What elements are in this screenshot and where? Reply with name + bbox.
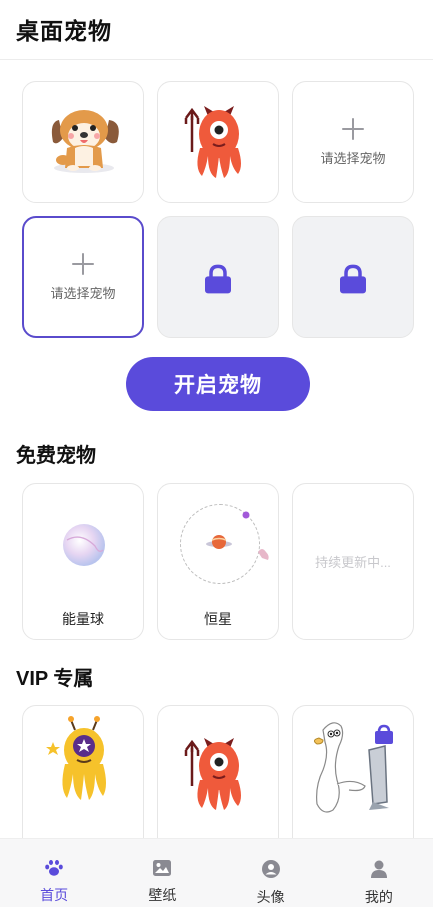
plus-icon xyxy=(72,252,94,275)
select-pet-label: 请选择宠物 xyxy=(50,285,116,301)
tab-label: 头像 xyxy=(256,889,285,905)
vip-pet-goose[interactable] xyxy=(292,705,414,855)
vip-pet-devil[interactable] xyxy=(157,705,279,855)
tab-label: 我的 xyxy=(364,889,393,905)
vip-pet-alien[interactable] xyxy=(22,705,144,855)
avatar-face-icon xyxy=(261,860,280,878)
pet-slot-locked-1[interactable] xyxy=(157,216,279,338)
devil-octopus-pet-image xyxy=(184,738,241,810)
start-pet-button[interactable]: 开启宠物 xyxy=(126,357,310,411)
free-pet-label: 恒星 xyxy=(204,611,232,627)
tab-label: 壁纸 xyxy=(148,887,177,903)
lock-icon xyxy=(340,264,366,294)
plus-icon xyxy=(342,117,364,140)
image-icon xyxy=(153,860,172,876)
pet-slot-dog[interactable] xyxy=(22,81,144,203)
free-pets-title: 免费宠物 xyxy=(16,445,96,467)
lock-icon xyxy=(375,731,393,744)
pet-slot-empty-1[interactable]: 请选择宠物 xyxy=(292,81,414,203)
select-pet-label: 请选择宠物 xyxy=(320,150,386,166)
tab-label: 首页 xyxy=(40,887,69,903)
free-pet-star[interactable]: 恒星 xyxy=(157,483,279,640)
top-bar: 桌面宠物 xyxy=(0,0,433,60)
free-pet-energy-ball[interactable]: 能量球 xyxy=(22,483,144,640)
lock-icon xyxy=(205,264,231,294)
paw-icon xyxy=(45,860,63,876)
goose-computer-pet-image xyxy=(313,722,393,813)
tab-wallpaper[interactable]: 壁纸 xyxy=(108,839,216,907)
tab-home[interactable]: 首页 xyxy=(0,839,108,907)
devil-octopus-pet-image xyxy=(184,106,241,178)
bottom-tab-bar: 首页 壁纸 头像 我的 xyxy=(0,838,433,907)
energy-ball-image xyxy=(63,524,105,566)
updating-placeholder: 持续更新中... xyxy=(315,555,391,570)
pet-slot-locked-2[interactable] xyxy=(292,216,414,338)
pet-slot-devil[interactable] xyxy=(157,81,279,203)
page-title: 桌面宠物 xyxy=(16,18,112,44)
vip-pets-title: VIP 专属 xyxy=(16,668,94,690)
tab-mine[interactable]: 我的 xyxy=(325,839,433,907)
person-icon xyxy=(370,860,387,878)
tab-avatar[interactable]: 头像 xyxy=(217,839,325,907)
free-pet-coming-soon: 持续更新中... xyxy=(292,483,414,640)
dog-pet-image xyxy=(51,110,119,173)
star-planet-image xyxy=(206,511,269,560)
pet-slot-empty-selected[interactable]: 请选择宠物 xyxy=(22,216,144,338)
free-pet-label: 能量球 xyxy=(62,611,104,627)
yellow-alien-pet-image xyxy=(46,716,106,800)
